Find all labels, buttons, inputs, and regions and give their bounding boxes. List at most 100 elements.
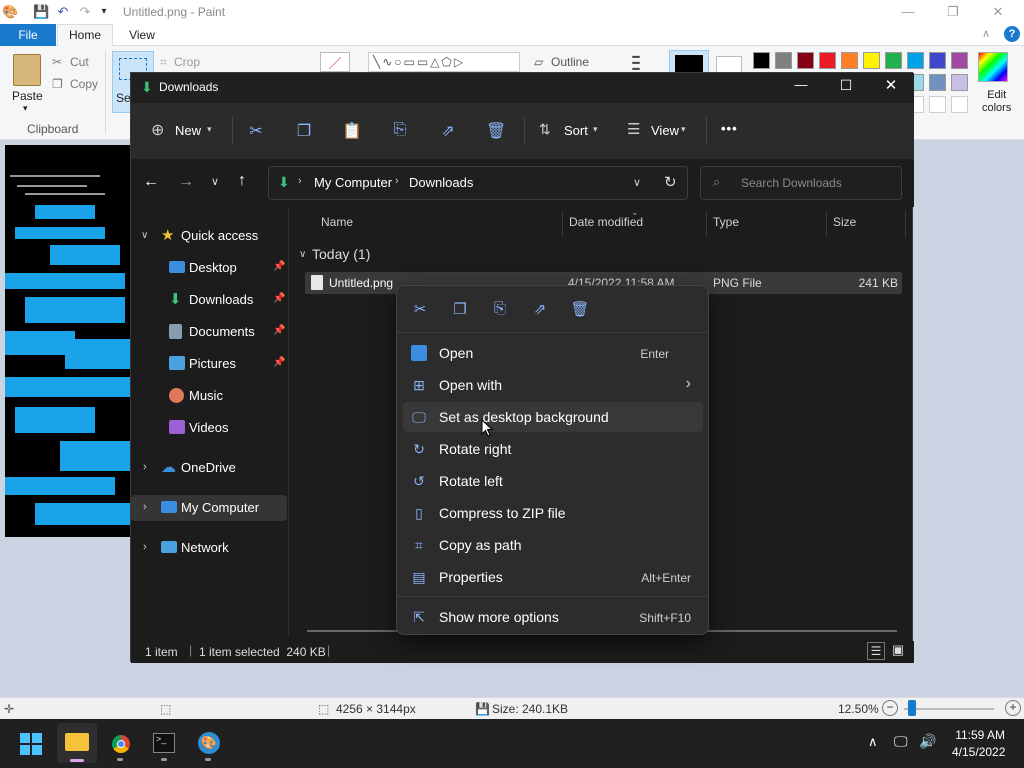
group-header-today[interactable]: Today (1): [312, 246, 370, 262]
nav-quick-access[interactable]: ∨ ★ Quick access: [131, 223, 287, 249]
column-header-date-modified[interactable]: Date modified: [569, 215, 643, 229]
address-history-chevron-icon[interactable]: ∨: [633, 176, 641, 189]
paste-icon[interactable]: [13, 54, 41, 86]
up-arrow-icon[interactable]: ↑: [238, 172, 246, 190]
nav-downloads[interactable]: ⬇ Downloads 📌: [131, 287, 287, 313]
edit-colors-icon[interactable]: [978, 52, 1008, 82]
color-swatch[interactable]: [951, 74, 968, 91]
sort-button[interactable]: ⇅ Sort ▾: [537, 119, 605, 143]
tab-view[interactable]: View: [114, 24, 170, 46]
size-icon[interactable]: ━ ━ ━: [620, 51, 652, 75]
copy-icon[interactable]: ❐: [294, 121, 314, 141]
menu-item-show-more-options[interactable]: ⇱ Show more options Shift+F10: [403, 602, 703, 632]
nav-videos[interactable]: Videos: [131, 415, 287, 441]
brushes-icon[interactable]: ／: [320, 52, 350, 72]
column-separator[interactable]: [905, 211, 906, 237]
menu-item-compress-to-zip[interactable]: ▯ Compress to ZIP file: [403, 498, 703, 528]
menu-item-copy-as-path[interactable]: ⌗ Copy as path: [403, 530, 703, 560]
chrome-icon[interactable]: [110, 733, 132, 755]
taskbar-file-explorer[interactable]: [57, 723, 97, 763]
paint-maximize-button[interactable]: ❐: [942, 2, 964, 22]
clock[interactable]: 11:59 AM 4/15/2022: [952, 728, 1005, 759]
terminal-icon[interactable]: >_: [153, 733, 175, 753]
crop-icon[interactable]: ⌗: [160, 55, 167, 70]
column-separator[interactable]: [706, 211, 707, 237]
search-box[interactable]: ⌕ Search Downloads: [700, 166, 902, 200]
show-hidden-icons-chevron[interactable]: ∧: [868, 734, 878, 750]
menu-item-open[interactable]: Open Enter: [403, 338, 703, 368]
zoom-slider-thumb[interactable]: [908, 700, 916, 716]
paint-icon[interactable]: 🎨: [198, 732, 220, 754]
pane-divider[interactable]: [288, 207, 289, 637]
see-more-button[interactable]: •••: [721, 121, 738, 136]
refresh-icon[interactable]: ↻: [664, 173, 677, 191]
context-share-icon[interactable]: ⇗: [530, 300, 550, 320]
nav-pictures[interactable]: Pictures 📌: [131, 351, 287, 377]
recent-locations-chevron-icon[interactable]: ∨: [211, 175, 219, 188]
zoom-slider-track[interactable]: [904, 708, 994, 710]
menu-item-properties[interactable]: ▤ Properties Alt+Enter: [403, 562, 703, 592]
context-rename-icon[interactable]: ⎘: [490, 300, 510, 320]
paste-dropdown-icon[interactable]: ▾: [23, 103, 28, 114]
color-swatch[interactable]: [819, 52, 836, 69]
menu-item-rotate-left[interactable]: ↺ Rotate left: [403, 466, 703, 496]
zoom-in-button[interactable]: +: [1005, 700, 1021, 716]
paint-close-button[interactable]: ✕: [987, 2, 1009, 22]
nav-network[interactable]: › Network: [131, 535, 287, 561]
explorer-close-button[interactable]: ✕: [876, 76, 906, 96]
expand-chevron-right-icon[interactable]: ›: [143, 501, 147, 513]
color-swatch[interactable]: [929, 74, 946, 91]
network-status-icon[interactable]: 🖵: [894, 733, 908, 750]
view-button[interactable]: ☰ View ▾: [625, 119, 695, 143]
shapes-gallery[interactable]: ╲∿○▭▭△⬠▷: [368, 52, 520, 72]
collapse-ribbon-icon[interactable]: ∧: [982, 27, 990, 40]
breadcrumb-downloads[interactable]: Downloads: [409, 175, 473, 190]
nav-my-computer[interactable]: › My Computer: [131, 495, 287, 521]
paste-button-label[interactable]: Paste: [12, 89, 43, 103]
expand-chevron-right-icon[interactable]: ›: [143, 541, 147, 553]
help-icon[interactable]: ?: [1004, 26, 1020, 42]
menu-item-set-as-desktop-background[interactable]: 🖵 Set as desktop background: [403, 402, 703, 432]
forward-arrow-icon[interactable]: →: [178, 173, 194, 191]
paint-canvas[interactable]: [5, 145, 130, 537]
column-separator[interactable]: [826, 211, 827, 237]
nav-documents[interactable]: Documents 📌: [131, 319, 287, 345]
copy-button[interactable]: Copy: [70, 77, 98, 91]
large-icons-view-icon[interactable]: ▣: [889, 642, 907, 660]
share-icon[interactable]: ⇗: [438, 121, 458, 141]
color-swatch[interactable]: [885, 52, 902, 69]
address-bar[interactable]: ⬇ › My Computer › Downloads ∨ ↻: [268, 166, 688, 200]
cut-button[interactable]: Cut: [70, 55, 89, 69]
column-header-name[interactable]: Name: [321, 215, 353, 229]
custom-color-swatch[interactable]: [929, 96, 946, 113]
undo-icon[interactable]: ↶: [55, 4, 71, 20]
crop-button[interactable]: Crop: [174, 55, 200, 69]
back-arrow-icon[interactable]: ←: [143, 173, 159, 191]
delete-icon[interactable]: 🗑: [486, 121, 506, 141]
context-delete-icon[interactable]: 🗑: [570, 300, 590, 320]
customize-quick-access-icon[interactable]: ▾: [96, 4, 112, 20]
start-button[interactable]: [20, 733, 42, 755]
column-header-type[interactable]: Type: [713, 215, 739, 229]
color-swatch[interactable]: [797, 52, 814, 69]
nav-desktop[interactable]: Desktop 📌: [131, 255, 287, 281]
outline-icon[interactable]: ▱: [534, 55, 543, 69]
color-swatch[interactable]: [951, 52, 968, 69]
cut-icon[interactable]: ✂: [246, 121, 266, 141]
explorer-minimize-button[interactable]: —: [786, 77, 816, 97]
menu-item-open-with[interactable]: ⊞ Open with ›: [403, 370, 703, 400]
column-separator[interactable]: [562, 211, 563, 237]
paint-minimize-button[interactable]: —: [897, 2, 919, 22]
rename-icon[interactable]: ⎘: [390, 121, 410, 139]
context-copy-icon[interactable]: ❐: [450, 300, 470, 320]
expand-chevron-right-icon[interactable]: ›: [143, 461, 147, 473]
color-swatch[interactable]: [775, 52, 792, 69]
copy-icon[interactable]: ❐: [52, 77, 63, 91]
nav-onedrive[interactable]: › ☁ OneDrive: [131, 455, 287, 481]
column-header-size[interactable]: Size: [833, 215, 856, 229]
menu-item-rotate-right[interactable]: ↻ Rotate right: [403, 434, 703, 464]
zoom-out-button[interactable]: −: [882, 700, 898, 716]
color-swatch[interactable]: [753, 52, 770, 69]
tab-home[interactable]: Home: [57, 24, 113, 47]
details-view-icon[interactable]: ☰: [867, 642, 885, 660]
